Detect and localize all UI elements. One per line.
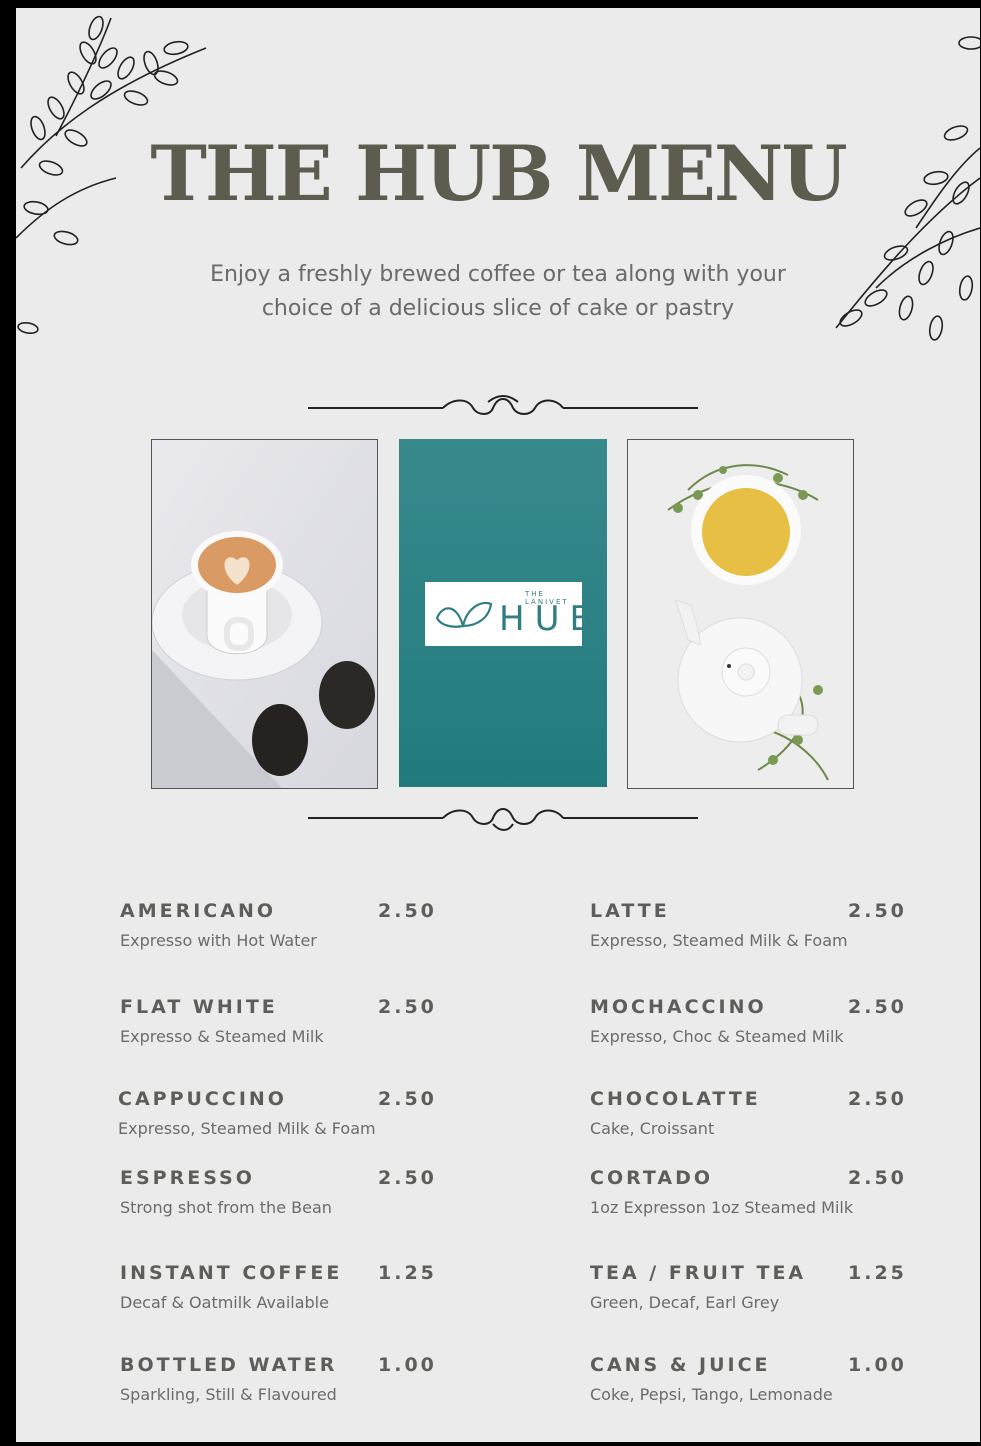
item-price: 2.50 [848,900,907,922]
item-description: 1oz Expresson 1oz Steamed Milk [590,1198,854,1217]
item-name: ESPRESSO [120,1167,255,1189]
coffee-cup-photo [151,439,378,789]
logo-main-text: HUB [499,599,603,639]
item-description: Green, Decaf, Earl Grey [590,1293,780,1312]
item-price: 1.25 [848,1262,907,1284]
menu-tagline: Enjoy a freshly brewed coffee or tea alo… [16,258,980,326]
item-description: Strong shot from the Bean [120,1198,332,1217]
item-price: 2.50 [378,900,437,922]
item-name: LATTE [590,900,670,922]
item-price: 2.50 [378,1167,437,1189]
teapot-photo [627,439,854,789]
item-name: BOTTLED WATER [120,1354,338,1376]
item-price: 2.50 [848,1167,907,1189]
item-name: INSTANT COFFEE [120,1262,343,1284]
item-description: Coke, Pepsi, Tango, Lemonade [590,1385,833,1404]
item-price: 1.25 [378,1262,437,1284]
item-description: Decaf & Oatmilk Available [120,1293,329,1312]
leaf-logo-icon [435,601,493,628]
item-description: Expresso & Steamed Milk [120,1027,324,1046]
item-description: Expresso, Steamed Milk & Foam [118,1119,376,1138]
item-description: Expresso, Choc & Steamed Milk [590,1027,844,1046]
item-description: Expresso, Steamed Milk & Foam [590,931,848,950]
menu-title: THE HUB MENU [150,129,847,218]
item-price: 1.00 [848,1354,907,1376]
item-price: 2.50 [378,1088,437,1110]
menu-page: THE HUB MENU Enjoy a freshly brewed coff… [16,8,980,1442]
item-price: 1.00 [378,1354,437,1376]
ornamental-divider-top [308,395,698,415]
hub-logo: THE LANIVET HUB [425,582,593,646]
item-name: FLAT WHITE [120,996,278,1018]
hub-logo-panel: THE LANIVET HUB [399,439,607,787]
item-price: 2.50 [848,996,907,1018]
item-name: MOCHACCINO [590,996,767,1018]
item-name: CHOCOLATTE [590,1088,761,1110]
item-description: Cake, Croissant [590,1119,715,1138]
item-price: 2.50 [848,1088,907,1110]
tagline-line-2: choice of a delicious slice of cake or p… [261,296,735,321]
item-name: CAPPUCCINO [118,1088,287,1110]
item-description: Sparkling, Still & Flavoured [120,1385,337,1404]
tagline-line-1: Enjoy a freshly brewed coffee or tea alo… [210,262,786,287]
item-name: TEA / FRUIT TEA [590,1262,807,1284]
ornamental-divider-bottom [308,808,698,831]
item-name: CANS & JUICE [590,1354,771,1376]
item-description: Expresso with Hot Water [120,931,317,950]
item-name: AMERICANO [120,900,276,922]
item-price: 2.50 [378,996,437,1018]
item-name: CORTADO [590,1167,713,1189]
